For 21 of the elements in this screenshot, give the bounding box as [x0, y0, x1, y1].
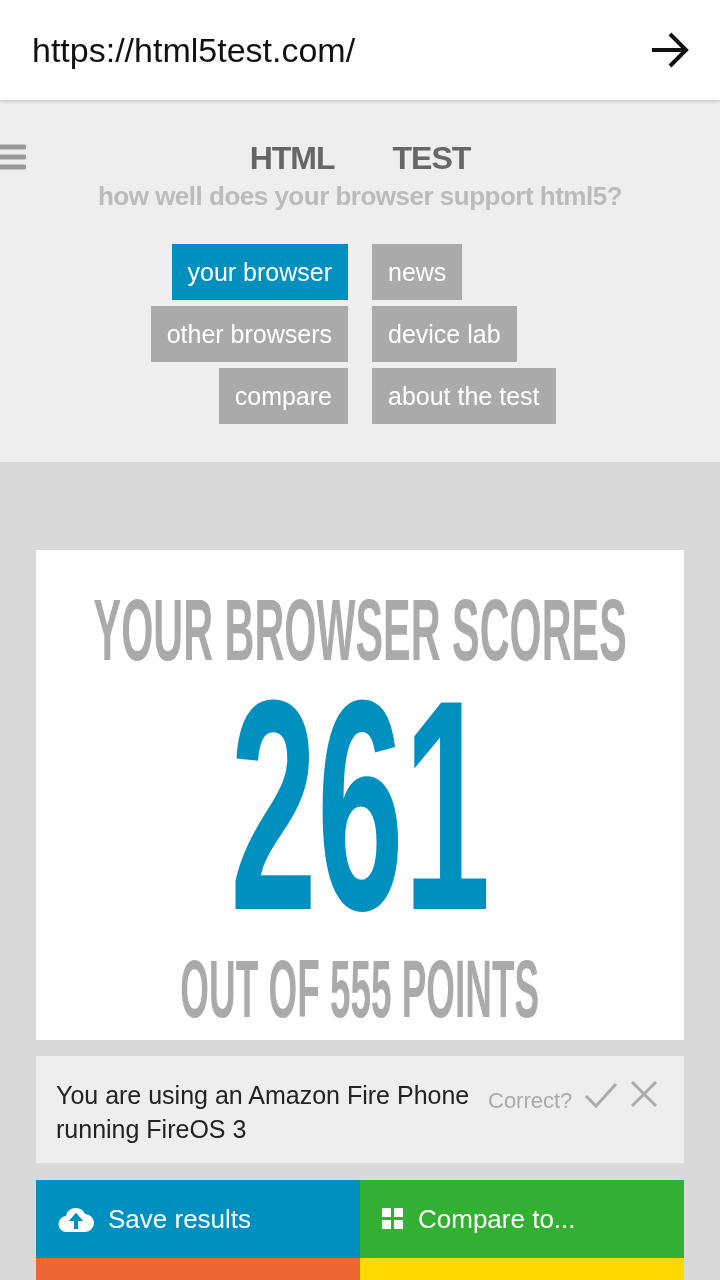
- menu-icon[interactable]: [0, 144, 26, 170]
- cloud-upload-icon: [58, 1206, 94, 1232]
- nav-tab[interactable]: news: [372, 244, 463, 300]
- close-icon[interactable]: [630, 1080, 659, 1108]
- logo-text: HTML: [249, 140, 335, 177]
- logo-text: TEST: [392, 140, 471, 177]
- nav-tab[interactable]: device lab: [372, 306, 517, 362]
- arrow-right-icon[interactable]: [650, 32, 690, 68]
- nav-tab[interactable]: your browser: [171, 244, 348, 300]
- score-total: OUT OF 555 POINTS: [180, 948, 540, 1030]
- nav-tab[interactable]: about the test: [372, 368, 556, 424]
- address-bar[interactable]: https://html5test.com/: [0, 0, 720, 100]
- nav-tab[interactable]: compare: [218, 368, 348, 424]
- url-text: https://html5test.com/: [32, 30, 356, 70]
- correct-question: Correct?: [488, 1088, 573, 1115]
- action-button[interactable]: Compare to...: [360, 1180, 684, 1258]
- nav-tab[interactable]: other browsers: [150, 306, 348, 362]
- action-button[interactable]: Save results: [36, 1180, 360, 1258]
- grid-icon: [382, 1208, 404, 1230]
- check-icon[interactable]: [584, 1082, 619, 1108]
- detection-text: You are using an Amazon Fire Phone running FireOS 3: [56, 1080, 471, 1145]
